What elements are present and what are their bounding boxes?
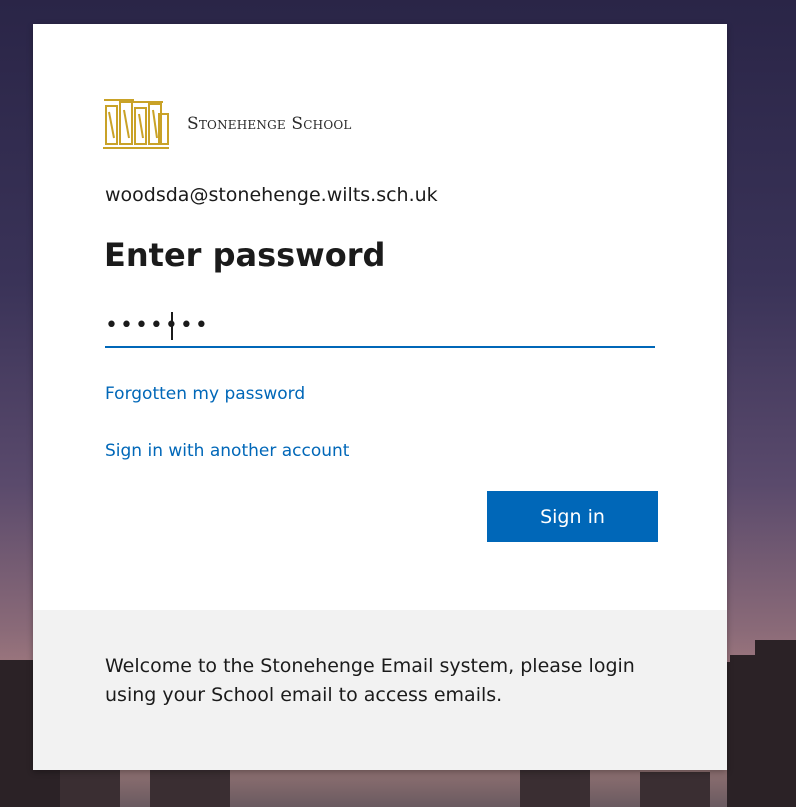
password-field-container — [105, 304, 655, 352]
school-name: Stonehenge School — [187, 114, 352, 134]
footer-message: Welcome to the Stonehenge Email system, … — [105, 655, 635, 706]
text-cursor — [171, 312, 173, 340]
forgot-password-link[interactable]: Forgotten my password — [105, 384, 305, 404]
page-title: Enter password — [104, 236, 386, 274]
account-email: woodsda@stonehenge.wilts.sch.uk — [105, 184, 438, 206]
stonehenge-logo-icon — [103, 99, 169, 149]
footer-banner: Welcome to the Stonehenge Email system, … — [33, 610, 727, 770]
sign-in-panel: Stonehenge School woodsda@stonehenge.wil… — [33, 24, 727, 610]
sign-in-button[interactable]: Sign in — [487, 491, 658, 542]
sign-in-card: Stonehenge School woodsda@stonehenge.wil… — [33, 24, 727, 770]
password-input[interactable] — [105, 304, 655, 348]
other-account-link[interactable]: Sign in with another account — [105, 441, 349, 461]
school-logo: Stonehenge School — [103, 92, 352, 156]
